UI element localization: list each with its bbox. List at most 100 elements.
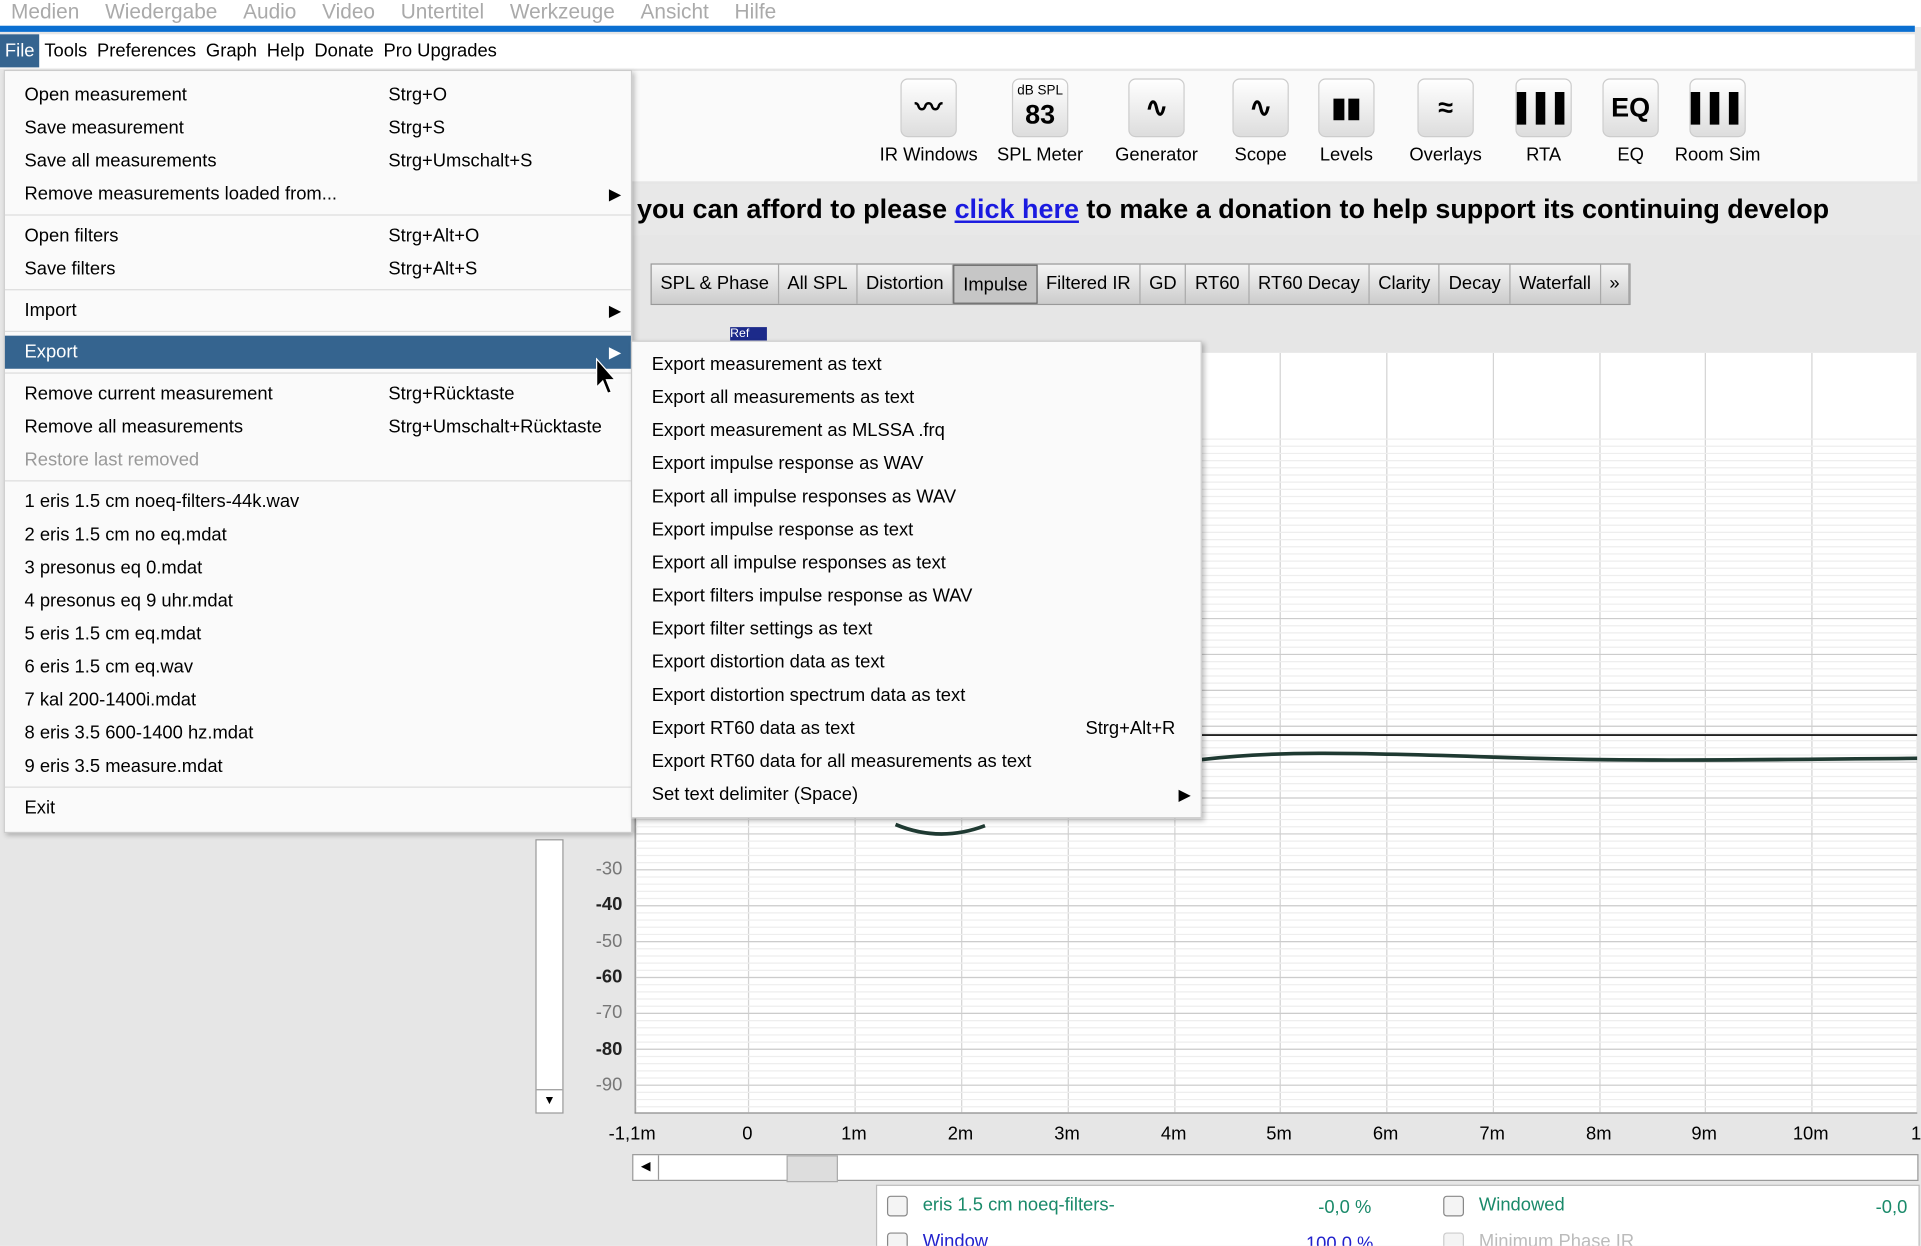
toolbar-overlays-button[interactable]: ≈ Overlays [1390,78,1500,165]
menu-item-export-impulse-response-as-wav[interactable]: Export impulse response as WAV [632,447,1200,480]
toolbar-room-sim-button[interactable]: ▌▌▌ Room Sim [1662,78,1772,165]
menu-item-label: Remove all measurements [24,416,244,438]
menu-item-8-eris-3-5-600-1400-hz-mdat[interactable]: 8 eris 3.5 600-1400 hz.mdat [5,717,631,750]
menu-item-label: 1 eris 1.5 cm noeq-filters-44k.wav [24,491,300,513]
menu-preferences[interactable]: Preferences [92,34,201,67]
menu-item-remove-all-measurements[interactable]: Remove all measurements Strg+Umschalt+Rüc… [5,410,631,443]
menu-item-export-all-measurements-as-text[interactable]: Export all measurements as text [632,381,1200,414]
menu-item-shortcut: Strg+Alt+O [388,225,480,247]
tab-impulse[interactable]: Impulse [953,264,1038,304]
menu-item-export-impulse-response-as-text[interactable]: Export impulse response as text [632,513,1200,546]
menu-item-export-filter-settings-as-text[interactable]: Export filter settings as text [632,613,1200,646]
rta-icon: ▌▌▌ [1515,78,1572,138]
icon-glyph: ∿ [1145,91,1168,123]
menu-item-import[interactable]: Import ▶ [5,294,631,327]
windowed-value: -0,0 [1875,1196,1908,1218]
tab-clarity[interactable]: Clarity [1370,264,1441,304]
vertical-scrollbar[interactable]: ▼ [535,839,564,1114]
menu-item-export-all-impulse-responses-as-text[interactable]: Export all impulse responses as text [632,546,1200,579]
menu-item-4-presonus-eq-9-uhr-mdat[interactable]: 4 presonus eq 9 uhr.mdat [5,584,631,617]
menu-item-shortcut: Strg+O [388,84,448,106]
window-value: 100,0 % [1305,1233,1374,1246]
menu-item-open-measurement[interactable]: Open measurement Strg+O [5,78,631,111]
menu-item-save-all-measurements[interactable]: Save all measurements Strg+Umschalt+S [5,145,631,178]
donate-link[interactable]: click here [955,194,1079,225]
horizontal-scrollbar[interactable]: ◀ [632,1154,1919,1183]
icon-glyph: ∿ [1249,91,1272,123]
menu-tools[interactable]: Tools [39,34,92,67]
menu-item-label: Export distortion data as text [651,651,885,673]
menu-item-remove-current-measurement[interactable]: Remove current measurement Strg+Rücktaste [5,377,631,410]
measurement-value: -0,0 % [1318,1196,1372,1218]
menu-item-1-eris-1-5-cm-noeq-filters-44k-wav[interactable]: 1 eris 1.5 cm noeq-filters-44k.wav [5,485,631,518]
tab-rt60[interactable]: RT60 [1186,264,1250,304]
menu-item-save-measurement[interactable]: Save measurement Strg+S [5,111,631,144]
menu-item-export-rt60-data-as-text[interactable]: Export RT60 data as text Strg+Alt+R [632,712,1200,745]
menu-pro-upgrades[interactable]: Pro Upgrades [379,34,502,67]
scope-icon: ∿ [1232,78,1289,138]
window-checkbox[interactable] [886,1231,908,1246]
menu-item-save-filters[interactable]: Save filters Strg+Alt+S [5,252,631,285]
tab--[interactable]: » [1601,264,1630,304]
tab-spl-phase[interactable]: SPL & Phase [652,264,779,304]
min-phase-label: Minimum Phase IR [1478,1231,1635,1246]
scroll-down-icon[interactable]: ▼ [536,1089,563,1112]
toolbar-levels-button[interactable]: ▮▮ Levels [1291,78,1401,165]
x-tick-label: 1 [1910,1123,1921,1145]
scroll-left-icon[interactable]: ◀ [633,1155,660,1180]
menu-item-3-presonus-eq-0-mdat[interactable]: 3 presonus eq 0.mdat [5,551,631,584]
toolbar-spl-meter-button[interactable]: dB SPL 83 SPL Meter [985,78,1095,165]
menu-separator [4,330,631,333]
tab-all-spl[interactable]: All SPL [779,264,858,304]
menu-item-9-eris-3-5-measure-mdat[interactable]: 9 eris 3.5 measure.mdat [5,750,631,783]
toolbar-label: SPL Meter [997,144,1084,166]
menu-item-export-distortion-data-as-text[interactable]: Export distortion data as text [632,646,1200,679]
player-menu-item: Wiedergabe [105,0,218,24]
toolbar-label: Overlays [1409,144,1482,166]
menu-item-6-eris-1-5-cm-eq-wav[interactable]: 6 eris 1.5 cm eq.wav [5,651,631,684]
eq-icon: EQ [1602,78,1659,138]
menu-item-export[interactable]: Export ▶ [4,335,631,369]
tab-waterfall[interactable]: Waterfall [1511,264,1601,304]
screen: Medien Wiedergabe Audio Video Untertitel Werk… [0,0,1921,1246]
menu-item-7-kal-200-1400i-mdat[interactable]: 7 kal 200-1400i.mdat [5,684,631,717]
menu-donate[interactable]: Donate [310,34,379,67]
icon-glyph: ≈ [1438,91,1454,123]
toolbar-generator-button[interactable]: ∿ Generator [1101,78,1211,165]
menu-item-open-filters[interactable]: Open filters Strg+Alt+O [5,219,631,252]
tab-rt60-decay[interactable]: RT60 Decay [1249,264,1370,304]
x-tick-label: 1m [841,1123,867,1145]
menu-graph[interactable]: Graph [201,34,262,67]
menu-item-export-rt60-data-for-all-measurements-as-text[interactable]: Export RT60 data for all measurements as… [632,745,1200,778]
menu-separator [4,372,631,374]
menu-item-exit[interactable]: Exit [5,791,631,824]
menu-item-export-all-impulse-responses-as-wav[interactable]: Export all impulse responses as WAV [632,480,1200,513]
tab-filtered-ir[interactable]: Filtered IR [1037,264,1141,304]
tab-gd[interactable]: GD [1141,264,1187,304]
menu-item-label: 2 eris 1.5 cm no eq.mdat [24,524,227,546]
menu-item-export-measurement-as-mlssa-frq[interactable]: Export measurement as MLSSA .frq [632,414,1200,447]
menu-item-shortcut: Strg+S [388,117,446,139]
menu-item-5-eris-1-5-cm-eq-mdat[interactable]: 5 eris 1.5 cm eq.mdat [5,617,631,650]
tab-distortion[interactable]: Distortion [857,264,954,304]
menu-item-export-measurement-as-text[interactable]: Export measurement as text [632,348,1200,381]
measurement-checkbox[interactable] [886,1195,908,1216]
menu-item-label: Open filters [24,225,119,247]
legend-row: Window [886,1231,989,1246]
menu-item-remove-measurements-loaded-from[interactable]: Remove measurements loaded from... ▶ [5,178,631,211]
windowed-checkbox[interactable] [1443,1195,1464,1216]
menu-item-export-filters-impulse-response-as-wav[interactable]: Export filters impulse response as WAV [632,579,1200,612]
scroll-thumb[interactable] [786,1155,838,1183]
toolbar-ir-windows-button[interactable]: 〰 IR Windows [873,78,983,165]
menu-item-shortcut: Strg+Alt+S [388,258,478,280]
min-phase-checkbox[interactable] [1443,1231,1464,1246]
window-label: Window [922,1231,989,1246]
menu-item-set-text-delimiter-space[interactable]: Set text delimiter (Space) ▶ [632,778,1200,811]
menu-help[interactable]: Help [262,34,310,67]
x-tick-label: 5m [1266,1123,1292,1145]
menu-item-export-distortion-spectrum-data-as-text[interactable]: Export distortion spectrum data as text [632,679,1200,712]
menu-file[interactable]: File [0,34,40,68]
menu-item-shortcut: Strg+Umschalt+Rücktaste [388,416,602,438]
tab-decay[interactable]: Decay [1440,264,1511,304]
menu-item-2-eris-1-5-cm-no-eq-mdat[interactable]: 2 eris 1.5 cm no eq.mdat [5,518,631,551]
